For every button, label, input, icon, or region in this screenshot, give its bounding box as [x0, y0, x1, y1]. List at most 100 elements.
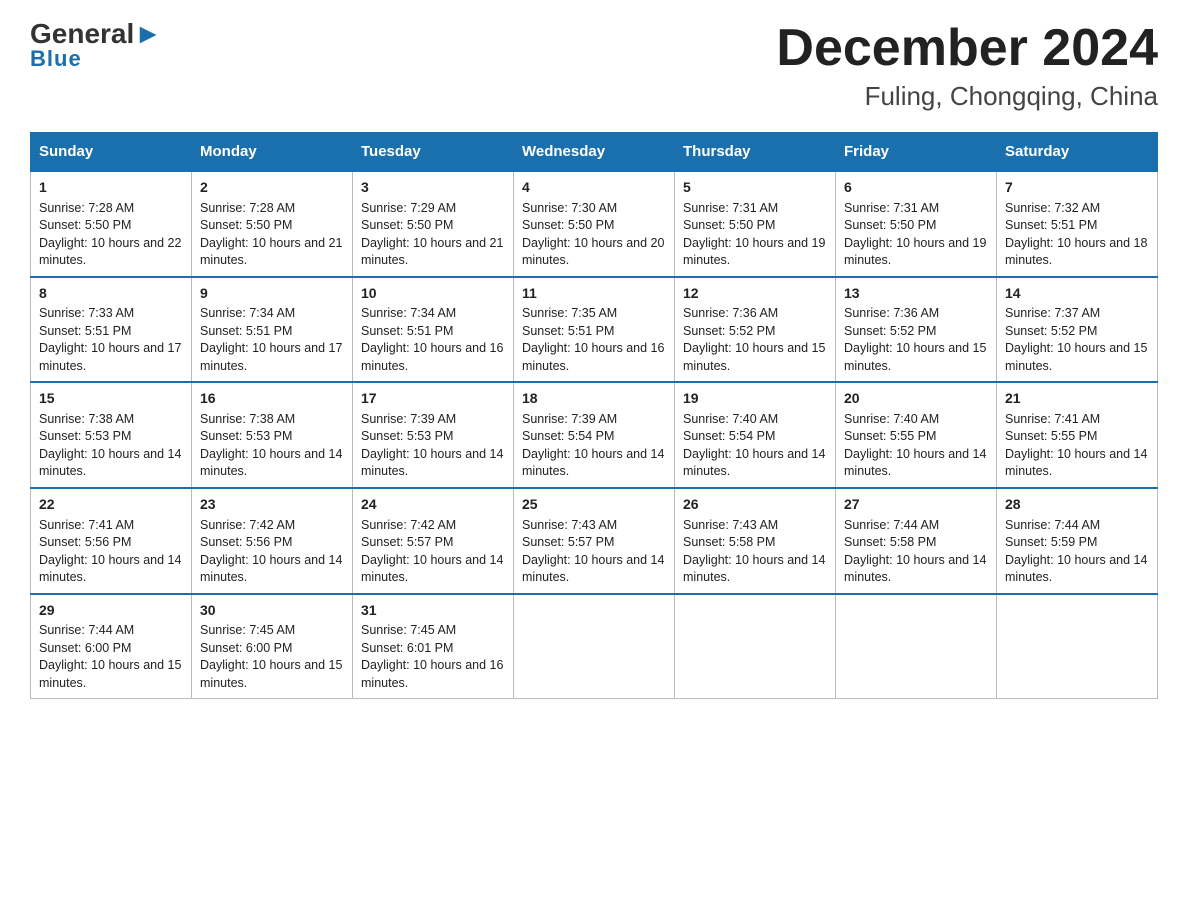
calendar-header-row: SundayMondayTuesdayWednesdayThursdayFrid…: [31, 133, 1158, 172]
day-number: 26: [683, 495, 827, 515]
day-info: Sunrise: 7:44 AMSunset: 6:00 PMDaylight:…: [39, 622, 183, 692]
day-number: 14: [1005, 284, 1149, 304]
header-sunday: Sunday: [31, 133, 192, 172]
day-info: Sunrise: 7:34 AMSunset: 5:51 PMDaylight:…: [200, 305, 344, 375]
calendar-cell: 12Sunrise: 7:36 AMSunset: 5:52 PMDayligh…: [675, 277, 836, 383]
calendar-week-row: 8Sunrise: 7:33 AMSunset: 5:51 PMDaylight…: [31, 277, 1158, 383]
calendar-cell: 19Sunrise: 7:40 AMSunset: 5:54 PMDayligh…: [675, 382, 836, 488]
day-number: 2: [200, 178, 344, 198]
day-info: Sunrise: 7:44 AMSunset: 5:58 PMDaylight:…: [844, 517, 988, 587]
logo-general-text: General►: [30, 20, 162, 48]
calendar-week-row: 22Sunrise: 7:41 AMSunset: 5:56 PMDayligh…: [31, 488, 1158, 594]
day-number: 25: [522, 495, 666, 515]
day-number: 15: [39, 389, 183, 409]
day-info: Sunrise: 7:41 AMSunset: 5:56 PMDaylight:…: [39, 517, 183, 587]
day-info: Sunrise: 7:44 AMSunset: 5:59 PMDaylight:…: [1005, 517, 1149, 587]
calendar-cell: 5Sunrise: 7:31 AMSunset: 5:50 PMDaylight…: [675, 171, 836, 277]
day-number: 31: [361, 601, 505, 621]
logo: General► Blue: [30, 20, 162, 72]
calendar-cell: 14Sunrise: 7:37 AMSunset: 5:52 PMDayligh…: [997, 277, 1158, 383]
day-info: Sunrise: 7:39 AMSunset: 5:54 PMDaylight:…: [522, 411, 666, 481]
calendar-cell: 9Sunrise: 7:34 AMSunset: 5:51 PMDaylight…: [192, 277, 353, 383]
title-block: December 2024 Fuling, Chongqing, China: [776, 20, 1158, 112]
calendar-cell: 4Sunrise: 7:30 AMSunset: 5:50 PMDaylight…: [514, 171, 675, 277]
header-monday: Monday: [192, 133, 353, 172]
day-number: 22: [39, 495, 183, 515]
calendar-cell: 11Sunrise: 7:35 AMSunset: 5:51 PMDayligh…: [514, 277, 675, 383]
calendar-cell: 13Sunrise: 7:36 AMSunset: 5:52 PMDayligh…: [836, 277, 997, 383]
calendar-cell: 23Sunrise: 7:42 AMSunset: 5:56 PMDayligh…: [192, 488, 353, 594]
header-saturday: Saturday: [997, 133, 1158, 172]
calendar-cell: 28Sunrise: 7:44 AMSunset: 5:59 PMDayligh…: [997, 488, 1158, 594]
day-number: 16: [200, 389, 344, 409]
day-number: 1: [39, 178, 183, 198]
calendar-cell: 15Sunrise: 7:38 AMSunset: 5:53 PMDayligh…: [31, 382, 192, 488]
calendar-cell: 6Sunrise: 7:31 AMSunset: 5:50 PMDaylight…: [836, 171, 997, 277]
calendar-cell: 16Sunrise: 7:38 AMSunset: 5:53 PMDayligh…: [192, 382, 353, 488]
calendar-cell: 24Sunrise: 7:42 AMSunset: 5:57 PMDayligh…: [353, 488, 514, 594]
logo-blue-text: Blue: [30, 46, 82, 72]
day-info: Sunrise: 7:45 AMSunset: 6:01 PMDaylight:…: [361, 622, 505, 692]
calendar-cell: 26Sunrise: 7:43 AMSunset: 5:58 PMDayligh…: [675, 488, 836, 594]
calendar-cell: 29Sunrise: 7:44 AMSunset: 6:00 PMDayligh…: [31, 594, 192, 699]
day-info: Sunrise: 7:34 AMSunset: 5:51 PMDaylight:…: [361, 305, 505, 375]
day-number: 11: [522, 284, 666, 304]
location-title: Fuling, Chongqing, China: [776, 81, 1158, 112]
calendar-table: SundayMondayTuesdayWednesdayThursdayFrid…: [30, 132, 1158, 699]
day-info: Sunrise: 7:31 AMSunset: 5:50 PMDaylight:…: [844, 200, 988, 270]
day-number: 21: [1005, 389, 1149, 409]
calendar-cell: 30Sunrise: 7:45 AMSunset: 6:00 PMDayligh…: [192, 594, 353, 699]
day-info: Sunrise: 7:36 AMSunset: 5:52 PMDaylight:…: [683, 305, 827, 375]
day-info: Sunrise: 7:39 AMSunset: 5:53 PMDaylight:…: [361, 411, 505, 481]
day-number: 9: [200, 284, 344, 304]
calendar-cell: 10Sunrise: 7:34 AMSunset: 5:51 PMDayligh…: [353, 277, 514, 383]
day-info: Sunrise: 7:38 AMSunset: 5:53 PMDaylight:…: [200, 411, 344, 481]
calendar-cell: [675, 594, 836, 699]
day-number: 23: [200, 495, 344, 515]
calendar-cell: 3Sunrise: 7:29 AMSunset: 5:50 PMDaylight…: [353, 171, 514, 277]
calendar-cell: [836, 594, 997, 699]
calendar-cell: 17Sunrise: 7:39 AMSunset: 5:53 PMDayligh…: [353, 382, 514, 488]
day-number: 3: [361, 178, 505, 198]
calendar-cell: 20Sunrise: 7:40 AMSunset: 5:55 PMDayligh…: [836, 382, 997, 488]
day-number: 4: [522, 178, 666, 198]
day-info: Sunrise: 7:43 AMSunset: 5:57 PMDaylight:…: [522, 517, 666, 587]
day-number: 30: [200, 601, 344, 621]
calendar-cell: 7Sunrise: 7:32 AMSunset: 5:51 PMDaylight…: [997, 171, 1158, 277]
calendar-week-row: 15Sunrise: 7:38 AMSunset: 5:53 PMDayligh…: [31, 382, 1158, 488]
day-info: Sunrise: 7:30 AMSunset: 5:50 PMDaylight:…: [522, 200, 666, 270]
calendar-week-row: 29Sunrise: 7:44 AMSunset: 6:00 PMDayligh…: [31, 594, 1158, 699]
day-info: Sunrise: 7:42 AMSunset: 5:57 PMDaylight:…: [361, 517, 505, 587]
calendar-cell: 18Sunrise: 7:39 AMSunset: 5:54 PMDayligh…: [514, 382, 675, 488]
calendar-cell: 22Sunrise: 7:41 AMSunset: 5:56 PMDayligh…: [31, 488, 192, 594]
day-info: Sunrise: 7:37 AMSunset: 5:52 PMDaylight:…: [1005, 305, 1149, 375]
calendar-week-row: 1Sunrise: 7:28 AMSunset: 5:50 PMDaylight…: [31, 171, 1158, 277]
page-header: General► Blue December 2024 Fuling, Chon…: [30, 20, 1158, 112]
calendar-cell: [514, 594, 675, 699]
day-info: Sunrise: 7:42 AMSunset: 5:56 PMDaylight:…: [200, 517, 344, 587]
header-wednesday: Wednesday: [514, 133, 675, 172]
day-info: Sunrise: 7:38 AMSunset: 5:53 PMDaylight:…: [39, 411, 183, 481]
calendar-cell: 27Sunrise: 7:44 AMSunset: 5:58 PMDayligh…: [836, 488, 997, 594]
calendar-cell: 2Sunrise: 7:28 AMSunset: 5:50 PMDaylight…: [192, 171, 353, 277]
day-number: 6: [844, 178, 988, 198]
day-info: Sunrise: 7:33 AMSunset: 5:51 PMDaylight:…: [39, 305, 183, 375]
day-info: Sunrise: 7:29 AMSunset: 5:50 PMDaylight:…: [361, 200, 505, 270]
day-number: 27: [844, 495, 988, 515]
day-number: 24: [361, 495, 505, 515]
day-info: Sunrise: 7:36 AMSunset: 5:52 PMDaylight:…: [844, 305, 988, 375]
logo-triangle-icon: ►: [134, 18, 162, 49]
day-info: Sunrise: 7:43 AMSunset: 5:58 PMDaylight:…: [683, 517, 827, 587]
calendar-cell: 31Sunrise: 7:45 AMSunset: 6:01 PMDayligh…: [353, 594, 514, 699]
day-number: 19: [683, 389, 827, 409]
day-info: Sunrise: 7:41 AMSunset: 5:55 PMDaylight:…: [1005, 411, 1149, 481]
day-info: Sunrise: 7:45 AMSunset: 6:00 PMDaylight:…: [200, 622, 344, 692]
day-number: 20: [844, 389, 988, 409]
day-number: 17: [361, 389, 505, 409]
day-number: 7: [1005, 178, 1149, 198]
header-thursday: Thursday: [675, 133, 836, 172]
day-number: 12: [683, 284, 827, 304]
day-number: 18: [522, 389, 666, 409]
day-number: 13: [844, 284, 988, 304]
day-number: 29: [39, 601, 183, 621]
